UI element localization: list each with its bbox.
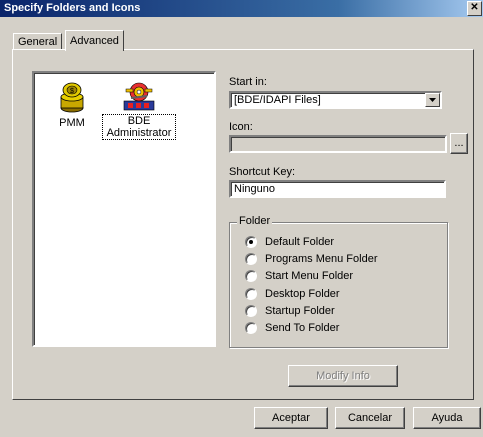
bde-gear-icon (123, 82, 155, 111)
folder-group-title: Folder (237, 215, 273, 227)
dialog-window: Specify Folders and Icons ✕ General Adva… (0, 0, 483, 437)
help-button[interactable]: Ayuda (413, 407, 481, 429)
close-button[interactable]: ✕ (467, 1, 482, 16)
icon-path-field[interactable] (229, 135, 447, 153)
tab-general[interactable]: General (13, 33, 63, 50)
accept-label: Aceptar (272, 412, 310, 424)
start-in-label-text: Start in: (229, 76, 267, 88)
radio-label: Startup Folder (265, 305, 335, 317)
help-label: Ayuda (431, 412, 463, 424)
list-item-pmm[interactable]: $ PMM (48, 81, 96, 129)
folder-groupbox: Folder Default Folder Programs Menu Fold… (229, 215, 448, 348)
close-icon: ✕ (470, 2, 479, 13)
browse-button-label: ... (454, 137, 464, 149)
icon-field-label: Icon: (229, 121, 253, 133)
radio-button[interactable] (245, 236, 257, 248)
icon-field-label-text: Icon: (229, 121, 253, 133)
radio-button[interactable] (245, 253, 257, 265)
radio-label: Default Folder (265, 236, 335, 248)
modify-info-label: Modify Info (316, 370, 370, 382)
start-in-value: [BDE/IDAPI Files] (234, 94, 321, 106)
radio-button[interactable] (245, 270, 257, 282)
radio-label: Send To Folder (265, 322, 340, 334)
cancel-button[interactable]: Cancelar (335, 407, 405, 429)
modify-info-button[interactable]: Modify Info (288, 365, 398, 387)
tab-advanced[interactable]: Advanced (65, 30, 124, 51)
shortcut-key-label-text: Shortcut Key: (229, 166, 296, 178)
icon-list[interactable]: $ PMM BDE Administrator (32, 71, 216, 347)
radio-label: Programs Menu Folder (265, 253, 378, 265)
start-in-label: Start in: (229, 76, 267, 88)
radio-label: Start Menu Folder (265, 270, 354, 282)
svg-text:$: $ (70, 88, 74, 95)
list-item-bde-administrator[interactable]: BDE Administrator (102, 79, 176, 140)
shortcut-key-label: Shortcut Key: (229, 166, 295, 178)
chevron-down-icon (429, 98, 436, 102)
window-title: Specify Folders and Icons (4, 2, 141, 14)
shortcut-key-input[interactable]: Ninguno (229, 180, 446, 198)
tab-advanced-label: Advanced (70, 35, 119, 47)
accept-button[interactable]: Aceptar (254, 407, 328, 429)
radio-button[interactable] (245, 322, 257, 334)
browse-icon-button[interactable]: ... (450, 133, 468, 154)
title-bar[interactable]: Specify Folders and Icons ✕ (0, 0, 483, 17)
start-in-dropdown[interactable]: [BDE/IDAPI Files] (229, 91, 442, 109)
radio-button[interactable] (245, 288, 257, 300)
list-item-label: BDE Administrator (102, 114, 176, 140)
radio-button[interactable] (245, 305, 257, 317)
tab-general-label: General (18, 36, 58, 48)
dropdown-button[interactable] (425, 93, 440, 107)
shortcut-key-value: Ninguno (234, 183, 275, 195)
list-item-label: PMM (59, 117, 85, 129)
coin-stack-icon: $ (60, 82, 84, 113)
cancel-label: Cancelar (347, 412, 393, 424)
radio-label: Desktop Folder (265, 288, 340, 300)
